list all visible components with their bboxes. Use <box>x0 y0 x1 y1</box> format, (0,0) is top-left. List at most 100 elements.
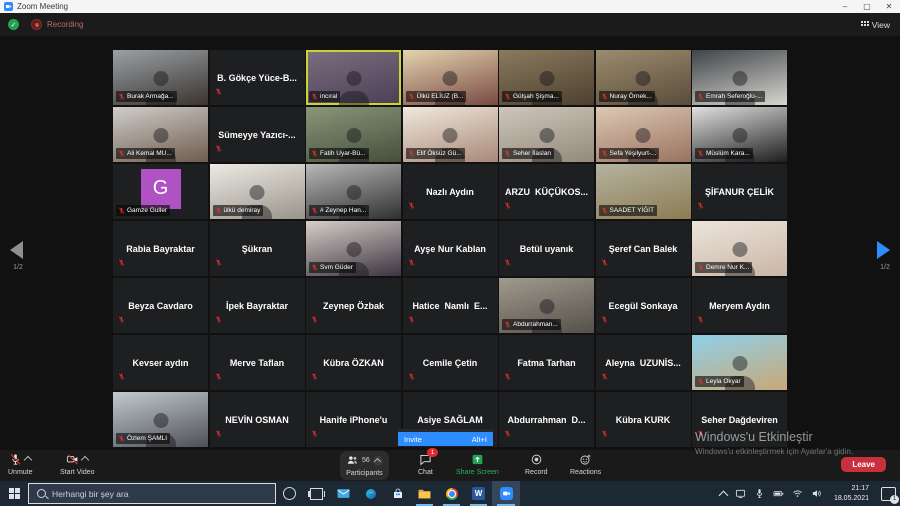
participants-menu-toggle[interactable] <box>373 456 383 466</box>
participant-tile[interactable]: Demre Nur K... Demre Nur K... <box>692 221 787 276</box>
invite-menu-item[interactable]: Invite Alt+I <box>398 432 493 446</box>
participant-tile[interactable]: Emrah Seferoğlu-... Emrah Seferoğlu-... <box>692 50 787 105</box>
cortana-button[interactable] <box>276 481 303 506</box>
participant-tile[interactable]: Abdurrahman... Abdurrahman... <box>499 278 594 333</box>
start-button[interactable] <box>0 481 28 506</box>
meeting-header: ✓ Recording View <box>0 13 900 36</box>
close-button[interactable]: ✕ <box>878 0 900 13</box>
unmute-button[interactable]: Unmute <box>8 452 33 476</box>
volume-icon[interactable] <box>811 488 822 499</box>
muted-mic-icon <box>408 311 415 329</box>
participant-tile[interactable]: Rabia Bayraktar Rabia Bayraktar <box>113 221 208 276</box>
participant-tile[interactable]: # Zeynep Han... # Zeynep Han... <box>306 164 401 219</box>
participant-tile[interactable]: Beyza Cavdaro Beyza Cavdaro <box>113 278 208 333</box>
leave-button[interactable]: Leave <box>841 457 886 472</box>
taskbar-search-input[interactable]: Herhangi bir şey ara <box>28 483 276 504</box>
participant-name: ülkü demiray <box>224 207 261 214</box>
participant-tile[interactable]: Ecegül Sonkaya Ecegül Sonkaya <box>596 278 691 333</box>
participant-tile[interactable]: Kübra KURK Kübra KURK <box>596 392 691 447</box>
meeting-info-shield-icon[interactable]: ✓ <box>8 19 19 30</box>
zoom-taskbar-button[interactable] <box>492 481 520 506</box>
store-button[interactable] <box>384 481 411 506</box>
search-placeholder: Herhangi bir şey ara <box>52 489 129 499</box>
reactions-button[interactable]: Reactions <box>570 452 601 476</box>
participant-tile[interactable]: İpek Bayraktar İpek Bayraktar <box>210 278 305 333</box>
chevron-up-icon[interactable] <box>24 455 32 463</box>
participant-name: Sefa Yeşilyurt-... <box>610 150 657 157</box>
clock[interactable]: 21:17 18.05.2021 <box>834 484 869 503</box>
participant-tile[interactable]: Fatma Tarhan Fatma Tarhan <box>499 335 594 390</box>
participant-tile[interactable]: Ali Kemal MU... Ali Kemal MU... <box>113 107 208 162</box>
maximize-button[interactable]: ▢ <box>856 0 878 13</box>
participant-tile[interactable]: G Gamze Guller Gamze Guller <box>113 164 208 219</box>
participant-tile[interactable]: Hatice Namlı E... Hatice Namlı E... <box>403 278 498 333</box>
wifi-icon[interactable] <box>792 488 803 499</box>
word-button[interactable]: W <box>465 481 492 506</box>
participant-tile[interactable]: NEVİN OSMAN NEVİN OSMAN <box>210 392 305 447</box>
participant-tile[interactable]: ülkü demiray ülkü demiray <box>210 164 305 219</box>
participant-tile[interactable]: Ayşe Nur Kablan Ayşe Nur Kablan <box>403 221 498 276</box>
participant-tile[interactable]: ŞİFANUR ÇELİK ŞİFANUR ÇELİK <box>692 164 787 219</box>
muted-mic-icon <box>697 263 704 272</box>
participant-tile[interactable]: Elif Öksüz Gü... Elif Öksüz Gü... <box>403 107 498 162</box>
chevron-up-icon[interactable] <box>81 455 89 463</box>
task-view-button[interactable] <box>303 481 330 506</box>
mail-button[interactable] <box>330 481 357 506</box>
next-page-button[interactable] <box>877 241 890 259</box>
record-button[interactable]: Record <box>525 452 548 476</box>
participant-tile[interactable]: Kevser aydın Kevser aydın <box>113 335 208 390</box>
file-explorer-button[interactable] <box>411 481 438 506</box>
participant-tile[interactable]: Ülkü ELİUZ (B... Ülkü ELİUZ (B... <box>403 50 498 105</box>
participant-tile[interactable]: Zeynep Özbak Zeynep Özbak <box>306 278 401 333</box>
participant-tile[interactable]: Seher İlaslan Seher İlaslan <box>499 107 594 162</box>
hidden-icons-chevron[interactable] <box>719 490 729 500</box>
start-video-button[interactable]: Start Video <box>60 452 95 476</box>
chrome-icon <box>446 488 458 500</box>
action-center-icon[interactable]: 1 <box>881 487 896 501</box>
participant-name: ŞİFANUR ÇELİK <box>692 164 787 219</box>
chat-button[interactable]: 1 Chat <box>418 452 433 476</box>
participant-tile[interactable]: Özlem ŞAMLI Özlem ŞAMLI <box>113 392 208 447</box>
participant-tile[interactable]: incıral incıral <box>306 50 401 105</box>
participant-tile[interactable]: Merve Taflan Merve Taflan <box>210 335 305 390</box>
tray-mic-icon[interactable] <box>754 488 765 499</box>
edge-button[interactable] <box>357 481 384 506</box>
participant-tile[interactable]: SAADET YİĞİT SAADET YİĞİT <box>596 164 691 219</box>
participant-tile[interactable]: Müslüm Kara... Müslüm Kara... <box>692 107 787 162</box>
participant-tile[interactable]: Hanife iPhone'u Hanife iPhone'u <box>306 392 401 447</box>
previous-page-button[interactable] <box>10 241 23 259</box>
participant-tile[interactable]: Fatih Uyar-Bü... Fatih Uyar-Bü... <box>306 107 401 162</box>
participant-label: Ali Kemal MU... <box>116 148 175 159</box>
participant-tile[interactable]: Nuray Örnek... Nuray Örnek... <box>596 50 691 105</box>
participant-tile[interactable]: Kübra ÖZKAN Kübra ÖZKAN <box>306 335 401 390</box>
participant-label: Demre Nur K... <box>695 262 752 273</box>
chrome-button[interactable] <box>438 481 465 506</box>
participant-tile[interactable]: Gülşah Şişma... Gülşah Şişma... <box>499 50 594 105</box>
participant-tile[interactable]: Şükran Şükran <box>210 221 305 276</box>
participant-tile[interactable]: Betül uyanık Betül uyanık <box>499 221 594 276</box>
participant-tile[interactable]: Svm Güder Svm Güder <box>306 221 401 276</box>
participant-tile[interactable]: Seher Dağdeviren Seher Dağdeviren <box>692 392 787 447</box>
muted-mic-icon <box>697 311 704 329</box>
participant-tile[interactable]: Meryem Aydın Meryem Aydın <box>692 278 787 333</box>
participant-tile[interactable]: Şeref Can Balek Şeref Can Balek <box>596 221 691 276</box>
teams-icon[interactable] <box>735 488 746 499</box>
participant-tile[interactable]: Aleyna UZUNİS... Aleyna UZUNİS... <box>596 335 691 390</box>
participant-tile[interactable]: Burak Armağa... Burak Armağa... <box>113 50 208 105</box>
minimize-button[interactable]: – <box>834 0 856 13</box>
participant-tile[interactable]: Sefa Yeşilyurt-... Sefa Yeşilyurt-... <box>596 107 691 162</box>
participant-tile[interactable]: Leyla Okyar Leyla Okyar <box>692 335 787 390</box>
participant-tile[interactable]: Nazlı Aydın Nazlı Aydın <box>403 164 498 219</box>
participant-tile[interactable]: Cemile Çetin Cemile Çetin <box>403 335 498 390</box>
participant-tile[interactable]: ARZU KÜÇÜKOS... ARZU KÜÇÜKOS... <box>499 164 594 219</box>
participant-tile[interactable]: B. Gökçe Yüce-B... B. Gökçe Yüce-B... <box>210 50 305 105</box>
participant-tile[interactable]: Sümeyye Yazıcı-... Sümeyye Yazıcı-... <box>210 107 305 162</box>
view-button[interactable]: View <box>861 20 890 30</box>
battery-icon[interactable] <box>773 488 784 499</box>
share-screen-button[interactable]: Share Screen <box>456 452 499 476</box>
participant-tile[interactable]: Abdurrahman D... Abdurrahman D... <box>499 392 594 447</box>
participant-label: SAADET YİĞİT <box>599 205 658 216</box>
participant-name: Nuray Örnek... <box>610 93 652 100</box>
participants-button[interactable]: 56 Participants <box>340 451 389 480</box>
cortana-icon <box>283 487 296 500</box>
